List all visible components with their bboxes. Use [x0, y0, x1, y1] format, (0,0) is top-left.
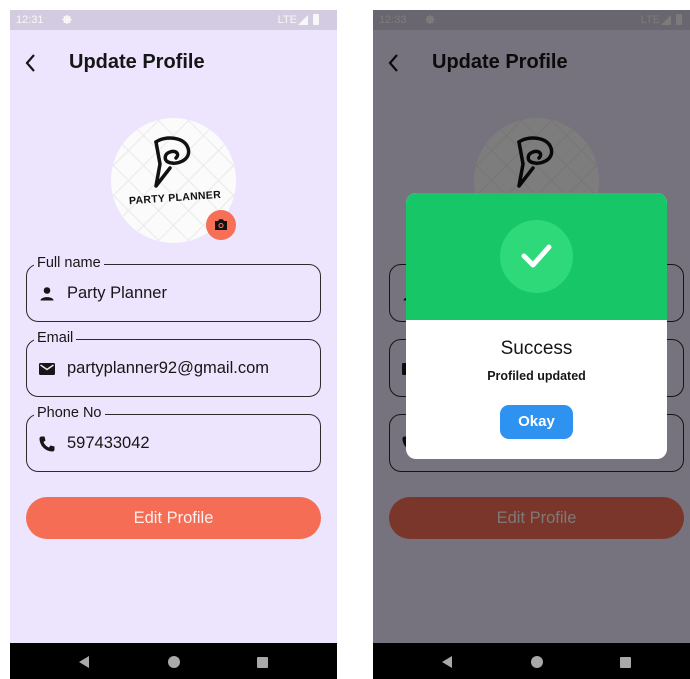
- back-triangle-icon[interactable]: [442, 656, 452, 668]
- system-nav-bar: [373, 643, 690, 679]
- network-label: LTE: [277, 14, 297, 26]
- phone-icon: [39, 436, 55, 452]
- status-time: 12:31: [16, 14, 44, 26]
- checkmark-icon: [521, 244, 552, 268]
- recents-square-icon[interactable]: [257, 657, 268, 668]
- phone-screen-success-dialog: 12:33 LTE Update Profile Edit Profile: [373, 10, 690, 679]
- full-name-field[interactable]: Full name Party Planner: [26, 255, 321, 322]
- status-bar: 12:31 LTE: [10, 10, 337, 30]
- chevron-left-icon[interactable]: [23, 52, 39, 74]
- mail-icon: [39, 363, 55, 375]
- phone-screen-update-profile: 12:31 LTE Update Profile PARTY PLANNER F: [10, 10, 337, 679]
- signal-icon: [298, 15, 308, 25]
- dialog-header: [406, 193, 667, 320]
- person-icon: [40, 287, 54, 301]
- change-photo-button[interactable]: [206, 210, 236, 240]
- back-triangle-icon[interactable]: [79, 656, 89, 668]
- email-field[interactable]: Email partyplanner92@gmail.com: [26, 330, 321, 397]
- dialog-title: Success: [500, 338, 573, 359]
- field-label: Phone No: [34, 405, 105, 421]
- home-circle-icon[interactable]: [531, 656, 543, 668]
- party-planner-logo-icon: [154, 136, 191, 188]
- field-label: Full name: [34, 255, 104, 271]
- success-dialog: Success Profiled updated Okay: [406, 193, 667, 459]
- home-circle-icon[interactable]: [168, 656, 180, 668]
- gear-icon: [62, 14, 72, 25]
- email-value: partyplanner92@gmail.com: [67, 359, 270, 377]
- field-label: Email: [34, 330, 77, 346]
- phone-field[interactable]: Phone No 597433042: [26, 405, 321, 472]
- edit-profile-button[interactable]: Edit Profile: [26, 497, 321, 539]
- full-name-value: Party Planner: [67, 284, 167, 302]
- system-nav-bar: [10, 643, 337, 679]
- battery-icon: [313, 14, 319, 25]
- success-badge: [500, 220, 573, 293]
- page-title: Update Profile: [69, 51, 205, 73]
- okay-button[interactable]: Okay: [500, 405, 573, 439]
- app-bar: Update Profile: [10, 40, 337, 86]
- recents-square-icon[interactable]: [620, 657, 631, 668]
- phone-value: 597433042: [67, 434, 150, 452]
- dialog-message: Profiled updated: [487, 369, 586, 383]
- camera-icon: [215, 219, 227, 230]
